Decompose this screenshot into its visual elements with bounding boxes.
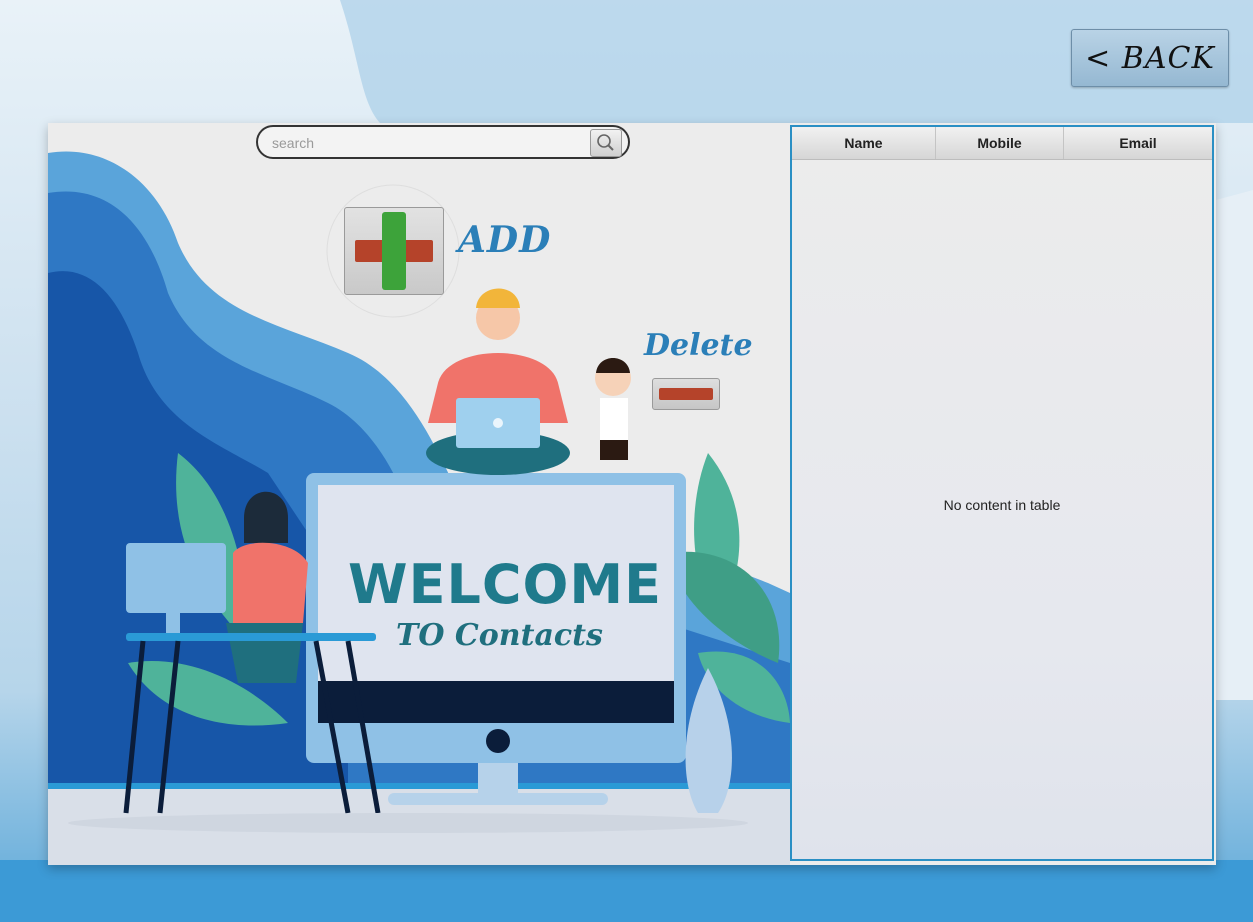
main-panel: ADD Delete WELCOME TO Contacts Name Mobi… — [48, 123, 1216, 865]
add-contact-button[interactable] — [344, 207, 444, 295]
search-input[interactable] — [270, 131, 584, 155]
search-box — [256, 125, 630, 159]
welcome-subtitle: TO Contacts — [396, 618, 603, 653]
delete-contact-button[interactable] — [652, 378, 720, 410]
plus-icon — [355, 212, 433, 290]
search-button[interactable] — [590, 129, 622, 157]
minus-icon — [659, 388, 713, 400]
column-header-mobile[interactable]: Mobile — [936, 127, 1064, 159]
add-label: ADD — [458, 219, 552, 261]
welcome-title: WELCOME — [348, 553, 663, 616]
back-button[interactable]: < BACK — [1071, 29, 1229, 87]
column-header-email[interactable]: Email — [1064, 127, 1212, 159]
contacts-table[interactable]: Name Mobile Email No content in table — [790, 125, 1214, 861]
magnifier-icon — [597, 134, 614, 151]
column-header-name[interactable]: Name — [792, 127, 936, 159]
table-header: Name Mobile Email — [792, 127, 1212, 160]
delete-label: Delete — [644, 328, 753, 363]
table-empty-message: No content in table — [943, 497, 1061, 513]
